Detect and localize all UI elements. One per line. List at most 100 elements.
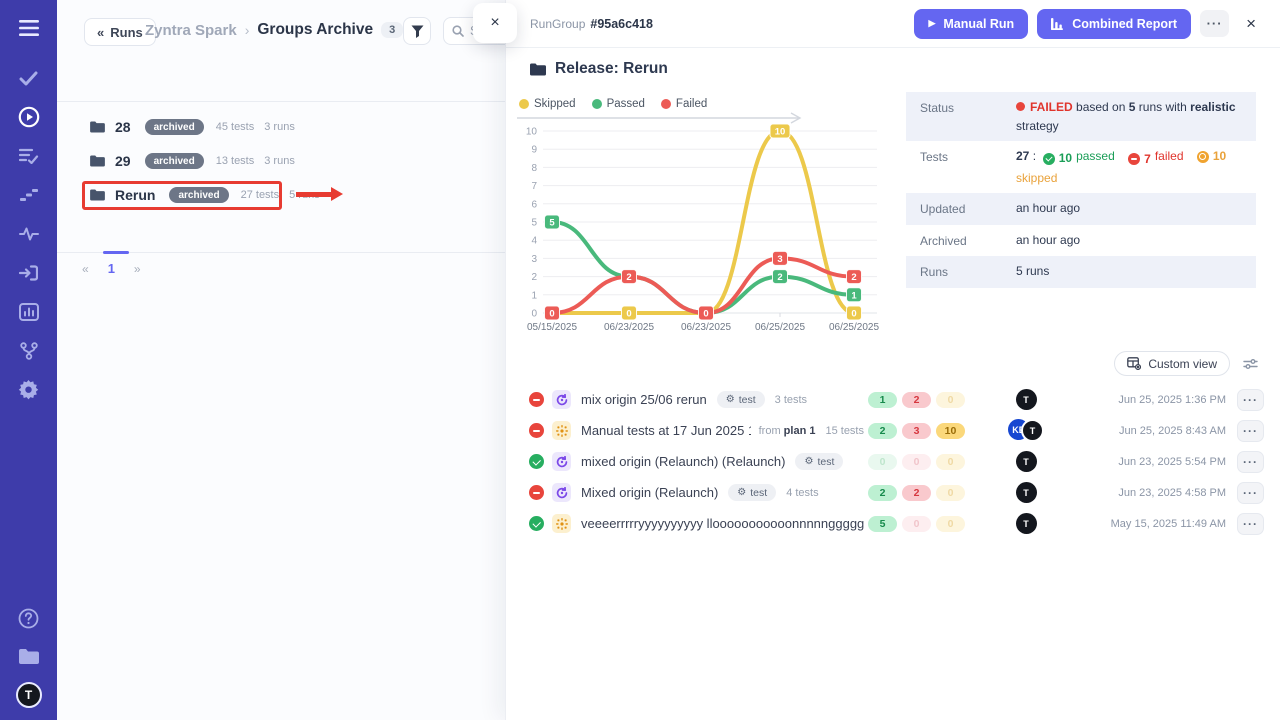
more-actions-button[interactable]: ··· bbox=[1200, 10, 1229, 37]
folder-row[interactable]: 29 archived 13 tests 3 runs bbox=[57, 144, 505, 178]
run-tests-count: 4 tests bbox=[786, 487, 818, 499]
svg-text:5: 5 bbox=[549, 218, 555, 229]
pagination-next-icon[interactable]: » bbox=[134, 262, 141, 276]
folder-runs-count: 3 runs bbox=[264, 121, 295, 133]
run-more-button[interactable]: ··· bbox=[1237, 389, 1264, 411]
run-tag-chip[interactable]: ⚙test bbox=[728, 484, 776, 501]
play-icon: ▶ bbox=[928, 18, 935, 29]
folder-runs-count: 5 runs bbox=[289, 189, 320, 201]
detail-header: RunGroup #95a6c418 ▶ Manual Run Combined… bbox=[506, 0, 1280, 48]
tests-check-icon[interactable] bbox=[17, 66, 41, 90]
pagination-prev-icon[interactable]: « bbox=[82, 262, 89, 276]
folder-row[interactable]: Rerun archived 27 tests 5 runs bbox=[57, 178, 505, 212]
run-status-icon bbox=[529, 423, 544, 438]
run-status-icon bbox=[529, 516, 544, 531]
pagination-page-1[interactable]: 1 bbox=[108, 261, 115, 276]
run-avatars: T bbox=[972, 482, 1080, 503]
run-date: Jun 23, 2025 5:54 PM bbox=[1080, 456, 1226, 468]
legend-dot-icon bbox=[661, 99, 671, 109]
run-result-pills: 1 2 0 bbox=[868, 392, 972, 408]
funnel-icon bbox=[411, 25, 424, 38]
avatar: T bbox=[1016, 451, 1037, 472]
breadcrumb-project[interactable]: Zyntra Spark bbox=[145, 22, 237, 39]
user-avatar[interactable]: T bbox=[16, 682, 42, 708]
run-title: Mixed origin (Relaunch) bbox=[581, 485, 718, 500]
folder-icon bbox=[90, 189, 105, 201]
svg-text:0: 0 bbox=[549, 309, 554, 320]
folder-name: Rerun bbox=[115, 187, 155, 203]
help-icon[interactable] bbox=[17, 606, 41, 630]
run-tag-chip[interactable]: ⚙test bbox=[717, 391, 765, 408]
chart-canvas: 01234567891005/15/202506/23/202506/23/20… bbox=[513, 121, 901, 339]
pulse-icon[interactable] bbox=[17, 222, 41, 246]
rerun-icon bbox=[556, 456, 568, 468]
legend-item[interactable]: Skipped bbox=[519, 98, 576, 110]
list-toolbar: Custom view bbox=[1114, 351, 1258, 376]
groups-archive-panel: « Runs Zyntra Spark › Groups Archive 3 2… bbox=[57, 0, 505, 720]
svg-text:05/15/2025: 05/15/2025 bbox=[527, 322, 577, 333]
passed-count-pill: 0 bbox=[868, 454, 897, 470]
gear-icon[interactable] bbox=[17, 378, 41, 402]
runs-list: mix origin 25/06 rerun ⚙test 3 tests 1 2… bbox=[513, 384, 1264, 539]
tag-label: test bbox=[750, 487, 767, 499]
run-row[interactable]: mix origin 25/06 rerun ⚙test 3 tests 1 2… bbox=[513, 384, 1264, 415]
menu-icon[interactable] bbox=[17, 16, 41, 40]
close-icon: × bbox=[490, 14, 499, 32]
run-more-button[interactable]: ··· bbox=[1237, 482, 1264, 504]
tag-gear-icon: ⚙ bbox=[726, 394, 735, 405]
pagination: « 1 » bbox=[82, 261, 141, 276]
steps-icon[interactable] bbox=[17, 183, 41, 207]
folder-tests-count: 45 tests bbox=[216, 121, 255, 133]
rungroup-id: #95a6c418 bbox=[590, 17, 653, 31]
meta-row-updated: Updated an hour ago bbox=[906, 193, 1256, 225]
run-more-button[interactable]: ··· bbox=[1237, 513, 1264, 535]
manual-run-button[interactable]: ▶ Manual Run bbox=[914, 9, 1028, 39]
legend-item[interactable]: Passed bbox=[592, 98, 645, 110]
run-row[interactable]: Mixed origin (Relaunch) ⚙test 4 tests 2 … bbox=[513, 477, 1264, 508]
legend-item[interactable]: Failed bbox=[661, 98, 707, 110]
manual-icon bbox=[556, 425, 568, 437]
failed-dot-icon bbox=[1016, 102, 1025, 111]
runs-play-icon[interactable] bbox=[17, 105, 41, 129]
run-title: Manual tests at 17 Jun 2025 10:09 bbox=[581, 423, 751, 438]
left-panel-header: « Runs Zyntra Spark › Groups Archive 3 bbox=[57, 0, 505, 102]
run-more-button[interactable]: ··· bbox=[1237, 451, 1264, 473]
filters-sliders-icon[interactable] bbox=[1243, 358, 1258, 370]
run-row[interactable]: veeeerrrrryyyyyyyyyy llooooooooooonnnnng… bbox=[513, 508, 1264, 539]
archived-badge: archived bbox=[145, 153, 204, 169]
svg-text:5: 5 bbox=[531, 218, 537, 229]
projects-folder-icon[interactable] bbox=[17, 644, 41, 668]
folder-meta: 27 tests 5 runs bbox=[241, 189, 320, 201]
sidebar-nav bbox=[17, 66, 41, 402]
run-tag-chip[interactable]: ⚙test bbox=[795, 453, 843, 470]
run-type-chip bbox=[552, 390, 571, 409]
run-row[interactable]: mixed origin (Relaunch) (Relaunch) ⚙test… bbox=[513, 446, 1264, 477]
passed-count-pill: 2 bbox=[868, 423, 897, 439]
run-avatars: T bbox=[972, 513, 1080, 534]
analytics-icon[interactable] bbox=[17, 300, 41, 324]
folder-row[interactable]: 28 archived 45 tests 3 runs bbox=[57, 110, 505, 144]
archived-badge: archived bbox=[169, 187, 228, 203]
list-check-icon[interactable] bbox=[17, 144, 41, 168]
import-icon[interactable] bbox=[17, 261, 41, 285]
run-from: from plan 1 bbox=[759, 425, 816, 437]
run-avatars: T bbox=[972, 451, 1080, 472]
run-row[interactable]: Manual tests at 17 Jun 2025 10:09 from p… bbox=[513, 415, 1264, 446]
run-title: mix origin 25/06 rerun bbox=[581, 392, 707, 407]
breadcrumb-separator-icon: › bbox=[245, 22, 250, 38]
failed-minus-icon bbox=[1128, 153, 1140, 165]
combined-report-button[interactable]: Combined Report bbox=[1037, 9, 1191, 39]
release-title: Release: Rerun bbox=[530, 60, 668, 78]
chevrons-left-icon: « bbox=[97, 25, 104, 40]
app-root: T « Runs Zyntra Spark › Groups Archive 3 bbox=[0, 0, 1280, 720]
branch-icon[interactable] bbox=[17, 339, 41, 363]
filter-button[interactable] bbox=[403, 17, 431, 45]
panel-close-button[interactable]: × bbox=[1246, 14, 1256, 34]
custom-view-button[interactable]: Custom view bbox=[1114, 351, 1230, 376]
run-more-button[interactable]: ··· bbox=[1237, 420, 1264, 442]
failed-count-pill: 2 bbox=[902, 392, 931, 408]
run-avatars: T bbox=[972, 389, 1080, 410]
from-label: from bbox=[759, 425, 781, 437]
archived-badge: archived bbox=[145, 119, 204, 135]
panel-close-floating-button[interactable]: × bbox=[473, 3, 517, 43]
